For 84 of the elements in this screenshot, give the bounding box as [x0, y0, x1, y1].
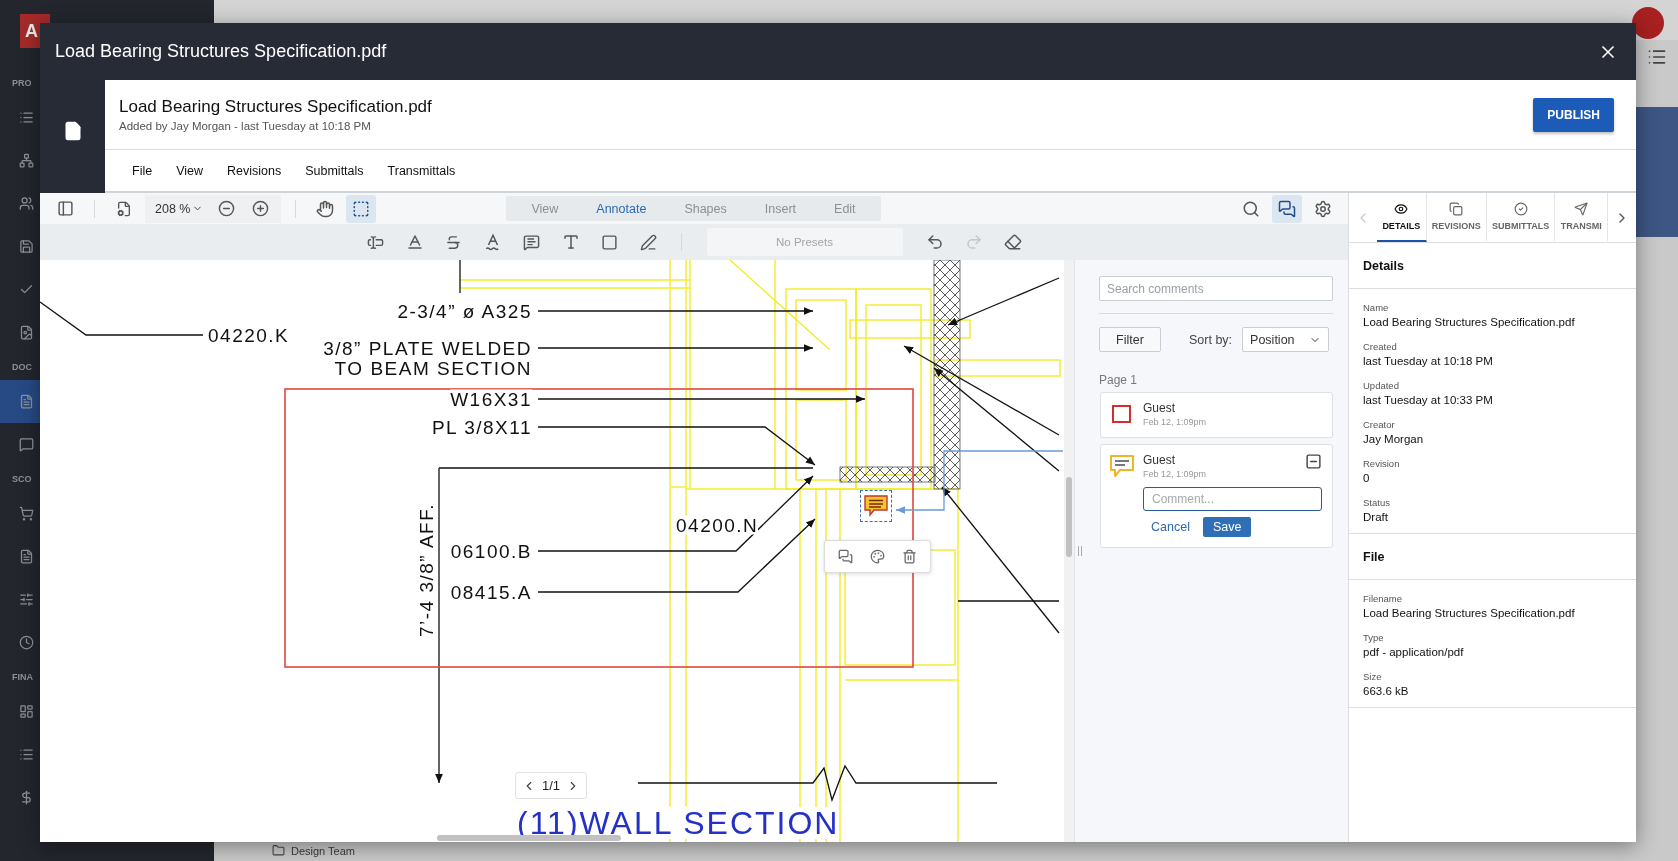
panel-tab[interactable]: SUBMITTALS	[1486, 193, 1556, 242]
collapse-icon[interactable]	[1305, 453, 1322, 470]
modal-title: Load Bearing Structures Specification.pdf	[55, 41, 387, 62]
document-subtitle: Added by Jay Morgan - last Tuesday at 10:18 PM	[119, 120, 372, 132]
sidebar-item-icon[interactable]	[19, 635, 34, 650]
eye-icon	[1394, 202, 1409, 216]
page-indicator: 1/1	[542, 778, 561, 793]
sidebar-item-icon[interactable]	[19, 110, 34, 125]
folder-icon	[272, 844, 285, 857]
comment-card[interactable]: Guest Feb 12, 1:09pm Comment... Cancel Save	[1100, 444, 1333, 548]
menu-item[interactable]: File	[132, 163, 153, 178]
sidebar-item-icon[interactable]	[19, 239, 34, 254]
drawing-label: 04200.N	[676, 515, 759, 535]
sidebar-section-label: PRO	[11, 77, 33, 90]
save-button[interactable]: Save	[1202, 517, 1252, 537]
field-value: last Tuesday at 10:18 PM	[1363, 355, 1494, 367]
field-label: Updated	[1363, 380, 1400, 391]
sidebar-section-label: FINA	[11, 671, 34, 684]
panel-tab[interactable]: TRANSMI	[1555, 193, 1608, 242]
field-value: Load Bearing Structures Specification.pdf	[1363, 607, 1576, 619]
menu-item[interactable]: Submittals	[305, 163, 364, 178]
section-heading: File	[1349, 534, 1636, 580]
section-heading: Details	[1349, 243, 1636, 289]
sort-select[interactable]: Position	[1242, 327, 1330, 352]
vertical-scrollbar[interactable]	[1066, 477, 1072, 557]
sidebar-item-icon[interactable]	[19, 506, 34, 521]
sidebar-item-icon[interactable]	[19, 592, 34, 607]
sidebar-item-icon[interactable]	[19, 153, 34, 168]
field-value: 663.6 kB	[1363, 685, 1410, 697]
horizontal-scrollbar[interactable]	[437, 835, 621, 841]
mode-tab[interactable]: Annotate	[577, 196, 666, 221]
copy-icon	[1449, 202, 1464, 216]
field-label: Filename	[1363, 593, 1404, 604]
field-label: Type	[1363, 632, 1385, 643]
field-label: Revision	[1363, 458, 1401, 469]
field-value: 0	[1363, 472, 1371, 484]
sidebar-section-label: DOC	[11, 361, 33, 374]
filter-button[interactable]: Filter	[1099, 327, 1161, 352]
sort-label: Sort by:	[1189, 332, 1233, 347]
cancel-button[interactable]: Cancel	[1151, 520, 1190, 534]
comment-card[interactable]: Guest Feb 12, 1:09pm	[1100, 392, 1333, 438]
publish-button[interactable]: PUBLISH	[1533, 97, 1614, 132]
sidebar-item-icon[interactable]	[19, 394, 34, 409]
menu-item[interactable]: View	[176, 163, 204, 178]
comments-icon[interactable]	[1272, 194, 1302, 223]
sidebar-item-icon[interactable]	[19, 790, 34, 805]
menu-item[interactable]: Transmittals	[387, 163, 456, 178]
field-label: Size	[1363, 671, 1383, 682]
send-icon	[1574, 202, 1589, 216]
field-label: Name	[1363, 302, 1390, 313]
document-title: Load Bearing Structures Specification.pdf	[119, 97, 432, 117]
menu-item[interactable]: Revisions	[227, 163, 282, 178]
sidebar-item-icon[interactable]	[19, 196, 34, 211]
field-value: pdf - application/pdf	[1363, 646, 1465, 658]
sidebar-item-icon[interactable]	[19, 747, 34, 762]
comment-author: Guest	[1143, 401, 1176, 415]
comment-field[interactable]: Comment...	[1143, 487, 1322, 511]
panel-tab[interactable]: DETAILS	[1377, 193, 1427, 242]
field-value: Load Bearing Structures Specification.pdf	[1363, 316, 1576, 328]
search-comments-field[interactable]: Search comments	[1099, 276, 1333, 301]
panel-tab[interactable]: REVISIONS	[1426, 193, 1487, 242]
comment-author: Guest	[1143, 453, 1176, 467]
check-circle-icon	[1513, 202, 1528, 216]
sidebar-item-icon[interactable]	[19, 437, 34, 452]
page-heading: Page 1	[1099, 373, 1139, 387]
field-value: Jay Morgan	[1363, 433, 1425, 445]
folder-item[interactable]: Design Team	[291, 844, 355, 857]
field-label: Status	[1363, 497, 1391, 508]
sidebar-item-icon[interactable]	[19, 325, 34, 340]
comment-time: Feb 12, 1:09pm	[1143, 469, 1208, 479]
list-icon[interactable]	[1647, 47, 1667, 67]
sidebar-section-label: SCO	[11, 473, 33, 486]
field-value: Draft	[1363, 511, 1389, 523]
rectangle-annotation[interactable]	[284, 388, 914, 668]
sidebar-item-icon[interactable]	[19, 549, 34, 564]
avatar[interactable]	[1632, 7, 1664, 39]
field-value: last Tuesday at 10:33 PM	[1363, 394, 1494, 406]
comment-time: Feb 12, 1:09pm	[1143, 417, 1208, 427]
sidebar-item-icon[interactable]	[19, 704, 34, 719]
marquee-select-icon[interactable]	[346, 194, 377, 223]
field-label: Created	[1363, 341, 1398, 352]
field-label: Creator	[1363, 419, 1396, 430]
comment-marker[interactable]	[860, 490, 892, 522]
presets-field[interactable]: No Presets	[706, 228, 903, 256]
